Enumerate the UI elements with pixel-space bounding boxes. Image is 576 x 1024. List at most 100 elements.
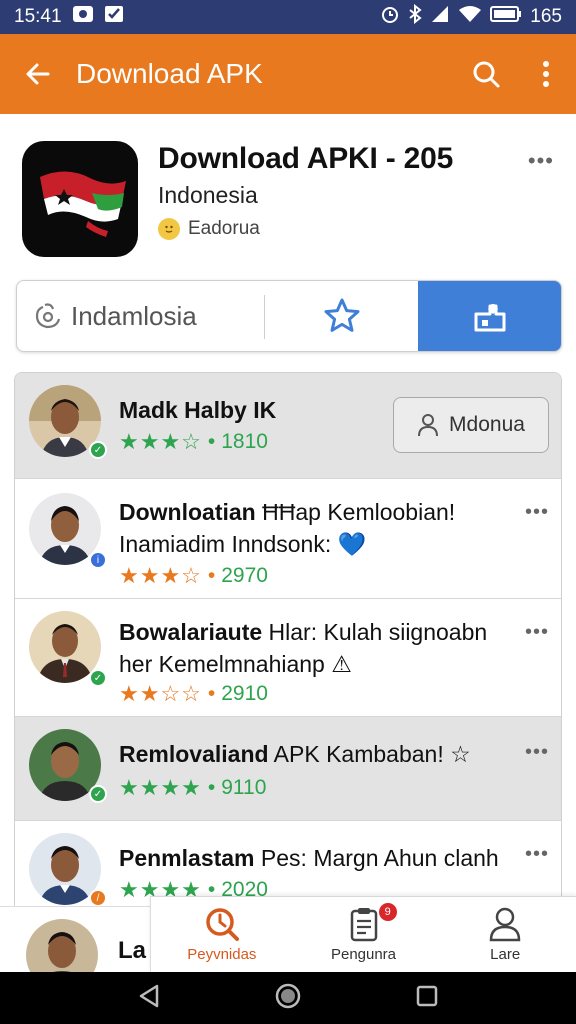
list-item[interactable]: i Downloatian ĦĦap Kemloobian! Inamiadim… [15,479,561,599]
rating: ★★☆☆ • 2910 [119,681,268,707]
review-list: ✓ Madk Halby IK ★★★☆ • 1810 Mdonua i Dow… [14,372,562,932]
circle-home-icon [275,983,301,1008]
rating-count: 2910 [221,682,268,705]
rating-stars: ★★★☆ [119,429,202,454]
notification-icon [72,5,94,29]
reviewer-name: Madk Halby IK [119,397,277,423]
checkbox-icon [104,5,124,29]
list-item-peek[interactable]: La [0,906,152,972]
rating-sep: • [207,430,216,453]
developer-name: Eadorua [188,218,260,239]
list-item[interactable]: ✓ Madk Halby IK ★★★☆ • 1810 Mdonua [15,373,561,479]
back-button[interactable] [0,34,76,114]
row-more-button[interactable]: ••• [525,621,549,644]
follow-label: Mdonua [449,413,525,436]
header-more-button[interactable]: ••• [528,148,554,174]
nav-label: Lare [490,946,521,963]
app-header: Download APKI - 205 Indonesia Eadorua ••… [0,114,576,274]
review-title: Downloatian ĦĦap Kemloobian! [119,499,456,525]
signal-icon [430,5,450,29]
nav-label: Pengunra [330,946,397,963]
bottom-area: La Peyvnidas 9 Pengunra Lare [0,896,576,972]
star-icon [324,298,359,332]
review-title: Penmlastam Pes: Margn Ahun clanh [119,845,499,871]
verified-badge-icon: ✓ [89,669,107,687]
battery-icon [490,5,522,29]
clipboard-icon [350,908,377,942]
discover-icon [206,908,239,941]
row-more-button[interactable]: ••• [525,741,549,764]
triangle-back-icon [139,984,158,1007]
rating: ★★★☆ • 1810 [119,429,268,455]
notification-badge: 9 [378,903,397,921]
search-icon [473,61,500,88]
rating: ★★★☆ • 2970 [119,563,268,589]
install-icon [474,304,505,332]
profile-icon [489,907,521,942]
bottom-nav: Peyvnidas 9 Pengunra Lare [150,896,576,972]
status-time: 15:41 [14,6,62,27]
rating-count: 2970 [221,564,268,587]
region-icon [35,303,61,329]
more-options-button[interactable] [516,34,576,114]
rating-sep: • [207,564,216,587]
list-item[interactable]: ✓ Bowalariaute Hlar: Kulah siignoabn her… [15,599,561,717]
nav-item-lare[interactable]: Lare [434,897,576,972]
bluetooth-icon [408,3,422,30]
install-button[interactable] [418,281,561,351]
review-title: Remlovaliand APK Kambaban! ☆ [119,741,471,767]
review-text: Inamiadim Inndsonk: 💙 [119,531,367,557]
square-recents-icon [417,985,438,1006]
nav-home-button[interactable] [274,982,302,1015]
app-bar: Download APK [0,34,576,114]
battery-level: 165 [530,6,562,27]
verified-badge-icon: ✓ [89,785,107,803]
rating-sep: • [207,682,216,705]
nav-label: Peyvnidas [187,946,257,963]
region-button[interactable]: Indamlosia [17,281,265,351]
system-nav-bar [0,972,576,1024]
rating-sep: • [207,776,216,799]
rating-stars: ★★★★ [119,775,202,800]
review-text: her Kemelmnahianp ⚠ [119,651,352,677]
reviewer-name: Remlovaliand [119,741,269,767]
page-title: Download APK [76,58,263,89]
nav-recents-button[interactable] [415,984,439,1013]
region-label: Indamlosia [71,300,197,331]
emoji-face-icon [158,218,180,240]
reviewer-name: La [118,937,147,964]
app-subtitle: Indonesia [158,182,258,208]
rating-stars: ★★☆☆ [119,681,202,706]
reviewer-name: Penmlastam [119,845,255,871]
back-arrow-icon [26,63,50,85]
row-more-button[interactable]: ••• [525,501,549,524]
app-developer[interactable]: Eadorua [158,218,260,240]
review-title: Bowalariaute Hlar: Kulah siignoabn [119,619,488,645]
alarm-icon [380,4,400,30]
list-item[interactable]: ✓ Remlovaliand APK Kambaban! ☆ ★★★★ • 91… [15,717,561,821]
verified-badge-icon: ✓ [89,441,107,459]
rating: ★★★★ • 9110 [119,775,266,801]
more-vert-icon [543,61,549,87]
app-icon[interactable] [22,141,138,257]
badge-icon: i [89,551,107,569]
avatar[interactable] [26,919,98,972]
rating-stars: ★★★☆ [119,563,202,588]
favorite-button[interactable] [265,281,418,351]
reviewer-name: Bowalariaute [119,619,263,645]
nav-back-button[interactable] [137,983,161,1014]
flag-icon [40,171,126,237]
nav-item-peyvnidas[interactable]: Peyvnidas [151,897,293,972]
status-bar: 15:41 165 [0,0,576,34]
reviewer-name: Downloatian [119,499,256,525]
nav-item-pengunra[interactable]: 9 Pengunra [293,897,435,972]
rating-count: 1810 [221,430,268,453]
search-button[interactable] [456,34,516,114]
row-more-button[interactable]: ••• [525,843,549,866]
follow-button[interactable]: Mdonua [393,397,549,453]
rating-count: 9110 [221,776,267,799]
action-row: Indamlosia [16,280,562,352]
app-title: Download APKI - 205 [158,142,454,175]
wifi-icon [458,5,482,29]
person-icon [418,414,439,437]
